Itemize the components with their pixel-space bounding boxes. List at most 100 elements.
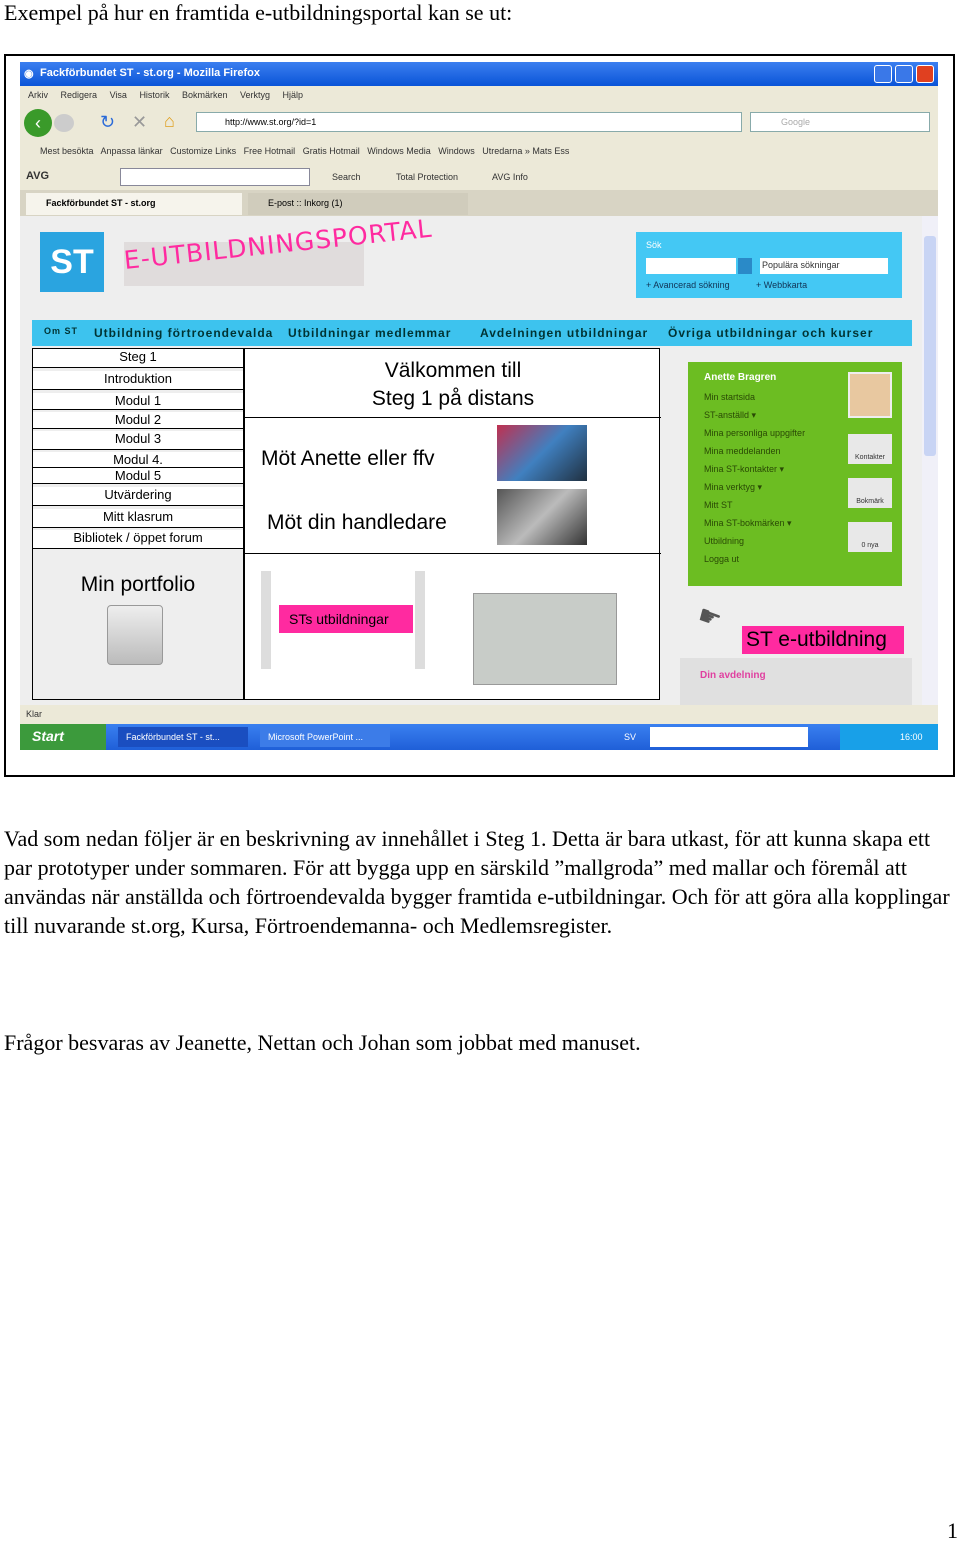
- back-button[interactable]: ‹: [24, 109, 52, 137]
- search-label: Sök: [646, 240, 662, 250]
- search-input[interactable]: Google: [750, 112, 930, 132]
- nav-ovriga[interactable]: Övriga utbildningar och kurser: [668, 326, 873, 340]
- anette-photo[interactable]: [497, 425, 587, 481]
- nav-medlemmar[interactable]: Utbildningar medlemmar: [288, 326, 451, 340]
- st-eutbildning-button[interactable]: ST e-utbildning: [742, 626, 904, 654]
- pointing-hand-icon: ☛: [693, 598, 726, 636]
- briefcase-icon[interactable]: [107, 605, 163, 665]
- close-button[interactable]: [916, 65, 934, 83]
- bookmark[interactable]: Free Hotmail: [244, 146, 296, 156]
- user-link[interactable]: ST-anställd ▾: [704, 410, 756, 421]
- language-indicator[interactable]: SV: [624, 732, 636, 742]
- welcome-line2: Steg 1 på distans: [371, 387, 535, 410]
- maximize-button[interactable]: [895, 65, 913, 83]
- url-input[interactable]: http://www.st.org/?id=1: [196, 112, 742, 132]
- reload-icon[interactable]: ↻: [100, 112, 115, 133]
- avg-logo: AVG: [26, 170, 50, 182]
- user-link[interactable]: Mina ST-kontakter ▾: [704, 464, 784, 475]
- tab-st[interactable]: Fackförbundet ST - st.org: [26, 193, 242, 215]
- menu-modul3[interactable]: Modul 3: [33, 431, 243, 450]
- user-link[interactable]: Utbildning: [704, 536, 744, 546]
- search-go-button[interactable]: [738, 258, 752, 274]
- user-link[interactable]: Logga ut: [704, 554, 739, 564]
- nav-fortroendevalda[interactable]: Utbildning förtroendevalda: [94, 326, 273, 340]
- menu-modul5[interactable]: Modul 5: [33, 468, 243, 484]
- bookmark[interactable]: Mest besökta: [40, 146, 94, 156]
- navigation-toolbar: ‹ ↻ ✕ ⌂ http://www.st.org/?id=1 Google: [20, 106, 938, 138]
- left-menu: Steg 1 Introduktion Modul 1 Modul 2 Modu…: [32, 348, 244, 700]
- window-title: Fackförbundet ST - st.org - Mozilla Fire…: [40, 67, 261, 79]
- nav-avdelningen[interactable]: Avdelningen utbildningar: [480, 326, 648, 340]
- bookmark[interactable]: Anpassa länkar: [101, 146, 163, 156]
- start-button[interactable]: Start: [20, 724, 106, 750]
- portal-search-input[interactable]: [646, 258, 736, 274]
- welcome-line1: Välkommen till: [384, 359, 522, 382]
- popular-searches-select[interactable]: Populära sökningar: [760, 258, 888, 274]
- menu-modul1[interactable]: Modul 1: [33, 393, 243, 410]
- home-icon[interactable]: ⌂: [164, 111, 175, 132]
- avg-toolbar: AVG Search Total Protection AVG Info: [20, 164, 938, 190]
- menu-steg1[interactable]: Steg 1: [33, 349, 243, 368]
- user-avatar: [848, 372, 892, 418]
- browser-window: ◉ Fackförbundet ST - st.org - Mozilla Fir…: [20, 62, 938, 750]
- calendar-widget[interactable]: [473, 593, 617, 685]
- menu-historik[interactable]: Historik: [139, 90, 169, 100]
- din-avdelning-heading: Din avdelning: [700, 670, 766, 681]
- menu-verktyg[interactable]: Verktyg: [240, 90, 270, 100]
- menu-visa[interactable]: Visa: [110, 90, 127, 100]
- user-link[interactable]: Mina ST-bokmärken ▾: [704, 518, 792, 529]
- center-panel: Välkommen till Steg 1 på distans Möt Anet…: [244, 348, 661, 700]
- minimize-button[interactable]: [874, 65, 892, 83]
- welcome-heading: Välkommen till Steg 1 på distans: [245, 357, 661, 413]
- advanced-search-link[interactable]: + Avancerad sökning: [646, 280, 730, 290]
- st-courses-button[interactable]: STs utbildningar: [279, 605, 413, 633]
- total-protection-button[interactable]: Total Protection: [396, 172, 458, 182]
- firefox-icon: ◉: [24, 68, 34, 80]
- stop-icon[interactable]: ✕: [132, 112, 147, 133]
- menu-redigera[interactable]: Redigera: [61, 90, 98, 100]
- sitemap-link[interactable]: + Webbkarta: [756, 280, 807, 290]
- supervisor-video[interactable]: [497, 489, 587, 545]
- menu-modul2[interactable]: Modul 2: [33, 412, 243, 429]
- user-link[interactable]: Mitt ST: [704, 500, 733, 510]
- search-box: Sök Populära sökningar + Avancerad sökni…: [636, 232, 902, 298]
- menu-introduktion[interactable]: Introduktion: [33, 371, 243, 390]
- contacts-button[interactable]: Kontakter: [848, 434, 892, 464]
- user-link[interactable]: Mina personliga uppgifter: [704, 428, 805, 438]
- menu-modul4[interactable]: Modul 4.: [33, 452, 243, 468]
- menu-arkiv[interactable]: Arkiv: [28, 90, 48, 100]
- menu-mitt-klasrum[interactable]: Mitt klasrum: [33, 509, 243, 528]
- menu-hjalp[interactable]: Hjälp: [283, 90, 304, 100]
- forward-button[interactable]: [54, 114, 74, 132]
- bookmark-button[interactable]: Bokmärk: [848, 478, 892, 508]
- avg-search-button[interactable]: Search: [332, 172, 361, 182]
- vertical-scrollbar[interactable]: [922, 216, 938, 705]
- menu-bibliotek[interactable]: Bibliotek / öppet forum: [33, 530, 243, 549]
- user-link[interactable]: Min startsida: [704, 392, 755, 402]
- tab-bar: Fackförbundet ST - st.org E-post :: Inko…: [20, 190, 938, 216]
- st-logo: ST: [40, 232, 104, 292]
- portal-nav: Om ST Utbildning förtroendevalda Utbildn…: [32, 320, 912, 346]
- messages-button[interactable]: 0 nya: [848, 522, 892, 552]
- nav-om-st[interactable]: Om ST: [44, 326, 78, 336]
- bookmark[interactable]: Utredarna » Mats Ess: [482, 146, 569, 156]
- bookmark[interactable]: Gratis Hotmail: [303, 146, 360, 156]
- avg-search-input[interactable]: [120, 168, 310, 186]
- menu-bokmarken[interactable]: Bokmärken: [182, 90, 228, 100]
- taskbar-item-powerpoint[interactable]: Microsoft PowerPoint ...: [260, 727, 390, 747]
- user-link[interactable]: Mina verktyg ▾: [704, 482, 762, 493]
- avg-info-button[interactable]: AVG Info: [492, 172, 528, 182]
- user-link[interactable]: Mina meddelanden: [704, 446, 781, 456]
- menu-utvardering[interactable]: Utvärdering: [33, 487, 243, 506]
- tab-epost[interactable]: E-post :: Inkorg (1): [248, 193, 468, 215]
- portfolio-link[interactable]: Min portfolio: [33, 573, 243, 597]
- meet-supervisor-link[interactable]: Möt din handledare: [267, 511, 447, 535]
- user-name: Anette Bragren: [704, 372, 777, 383]
- taskbar-item-firefox[interactable]: Fackförbundet ST - st...: [118, 727, 248, 747]
- clock: 16:00: [840, 724, 938, 750]
- description-paragraph: Vad som nedan följer är en beskrivning a…: [4, 826, 950, 938]
- bookmark[interactable]: Windows: [438, 146, 475, 156]
- meet-anette-link[interactable]: Möt Anette eller ffv: [261, 447, 435, 471]
- bookmark[interactable]: Windows Media: [367, 146, 431, 156]
- bookmark[interactable]: Customize Links: [170, 146, 236, 156]
